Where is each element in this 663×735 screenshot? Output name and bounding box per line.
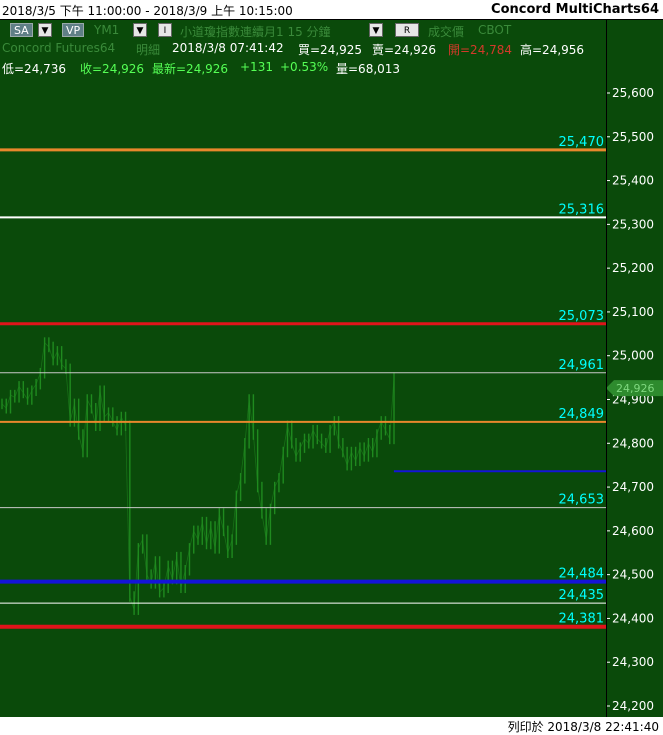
- y-tick-label: 25,600: [612, 86, 654, 100]
- y-tick-label: 25,500: [612, 130, 654, 144]
- y-tick-label: 24,400: [612, 611, 654, 625]
- bid-value: 買=24,925: [298, 43, 363, 57]
- footer: 列印於 2018/3/8 22:41:40: [0, 717, 663, 734]
- level-label: 25,073: [559, 309, 605, 324]
- quote-datetime: 2018/3/8 07:41:42: [172, 41, 284, 55]
- level-label: 24,653: [559, 493, 605, 508]
- level-label: 25,470: [559, 135, 605, 150]
- vp-button[interactable]: VP: [62, 23, 85, 37]
- detail-label: 明細: [136, 43, 161, 57]
- y-tick-label: 24,200: [612, 699, 654, 713]
- low-value: 低=24,736: [2, 62, 67, 76]
- ask-value: 賣=24,926: [372, 43, 437, 57]
- level-label: 24,381: [559, 612, 605, 627]
- price-axis-separator: [606, 20, 607, 717]
- symbol-dropdown-button[interactable]: ▼: [133, 23, 147, 37]
- level-label: 24,435: [559, 588, 605, 603]
- level-label: 24,849: [559, 407, 605, 422]
- date-range: 2018/3/5 下午 11:00:00 - 2018/3/9 上午 10:15…: [2, 4, 293, 18]
- current-price-label: 24,926: [616, 382, 655, 395]
- y-tick-label: 25,100: [612, 305, 654, 319]
- y-tick-label: 24,600: [612, 524, 654, 538]
- symbol-label: YM1: [94, 23, 120, 37]
- r-button[interactable]: R: [395, 23, 419, 37]
- y-tick-label: 24,500: [612, 568, 654, 582]
- y-tick-label: 25,200: [612, 261, 654, 275]
- y-tick-label: 25,400: [612, 174, 654, 188]
- level-label: 24,961: [559, 358, 605, 373]
- chart-svg: 25,470 25,316 25,073 24,961 24,849 24,653 24,4…: [0, 86, 663, 713]
- datafeed-label: Concord Futures64: [2, 41, 116, 55]
- interval-button[interactable]: I: [158, 23, 172, 37]
- symbol-description: 小道瓊指數連續月1 15 分鐘: [180, 25, 331, 39]
- style-dropdown-button[interactable]: ▼: [369, 23, 383, 37]
- y-tick-label: 25,300: [612, 217, 654, 231]
- y-tick-label: 25,000: [612, 349, 654, 363]
- open-value: 開=24,784: [448, 43, 513, 57]
- change-value: +131: [240, 60, 273, 74]
- chart-style-label: 成交價: [428, 25, 465, 39]
- volume-value: 量=68,013: [336, 62, 401, 76]
- title-bar: 2018/3/5 下午 11:00:00 - 2018/3/9 上午 10:15…: [0, 0, 663, 20]
- price-series-line: [1, 341, 395, 610]
- close-value: 收=24,926: [80, 62, 145, 76]
- level-label: 24,484: [559, 567, 605, 582]
- change-pct-value: +0.53%: [280, 60, 329, 74]
- sa-dropdown-button[interactable]: ▼: [38, 23, 52, 37]
- sa-button[interactable]: SA: [10, 23, 33, 37]
- y-tick-label: 24,800: [612, 436, 654, 450]
- exchange-label: CBOT: [478, 23, 512, 37]
- high-value: 高=24,956: [520, 43, 585, 57]
- level-label: 25,316: [559, 202, 605, 217]
- last-value: 最新=24,926: [152, 62, 229, 76]
- y-tick-label: 24,700: [612, 480, 654, 494]
- app-title: Concord MultiCharts64: [491, 2, 659, 17]
- y-tick-label: 24,300: [612, 655, 654, 669]
- print-timestamp: 列印於 2018/3/8 22:41:40: [507, 720, 659, 734]
- chart-area[interactable]: 25,470 25,316 25,073 24,961 24,849 24,653 24,4…: [0, 20, 663, 717]
